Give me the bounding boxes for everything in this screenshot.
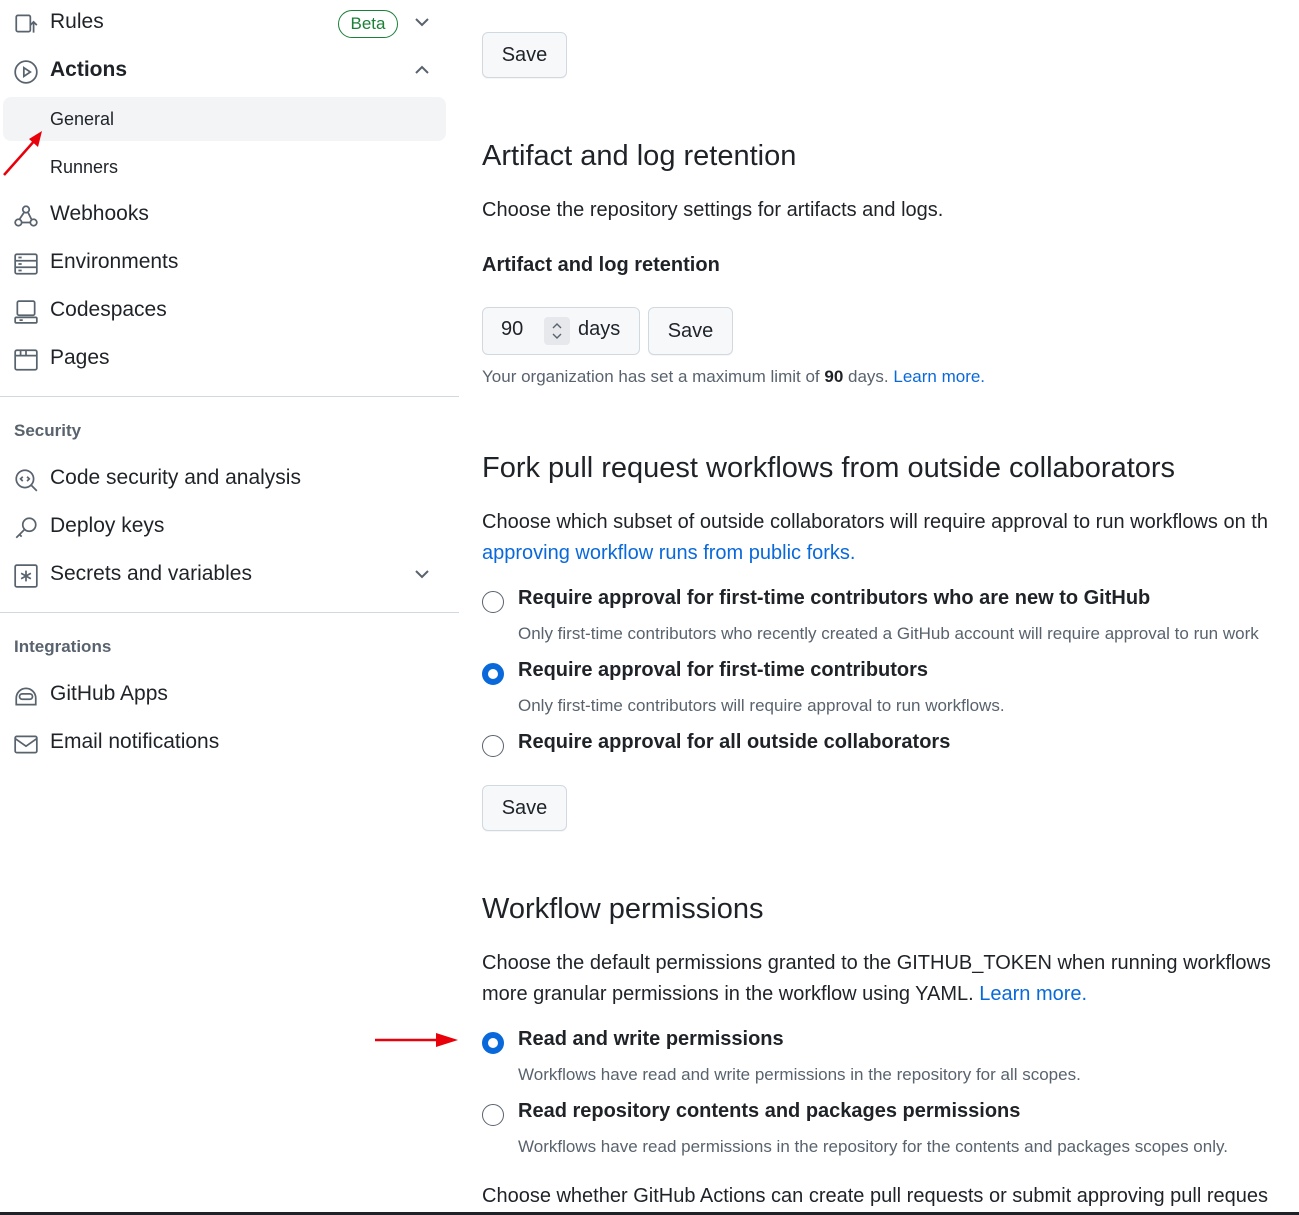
- sidebar-item-secrets[interactable]: Secrets and variables: [0, 552, 446, 596]
- sidebar-divider: [0, 612, 459, 613]
- learn-more-link[interactable]: Learn more.: [979, 983, 1087, 1005]
- sidebar-item-label: Codespaces: [50, 298, 167, 321]
- radio-label: Require approval for all outside collabo…: [518, 731, 951, 753]
- note-limit: 90: [824, 367, 844, 386]
- save-button[interactable]: Save: [482, 32, 567, 78]
- sidebar-item-label: Webhooks: [50, 202, 149, 225]
- note-text: days.: [843, 367, 894, 386]
- sidebar-item-runners[interactable]: Runners: [0, 145, 446, 189]
- sidebar-item-code-security[interactable]: Code security and analysis: [0, 456, 446, 500]
- asterisk-icon: [13, 563, 39, 589]
- retention-note: Your organization has set a maximum limi…: [482, 367, 985, 387]
- sidebar-item-pages[interactable]: Pages: [0, 336, 446, 380]
- sidebar-item-general[interactable]: General: [3, 97, 446, 141]
- key-icon: [13, 515, 39, 541]
- pull-request-description: Choose whether GitHub Actions can create…: [482, 1185, 1268, 1207]
- retention-days-value: 90: [501, 318, 524, 340]
- sidebar-item-label: Runners: [50, 156, 119, 177]
- radio-read-write[interactable]: [482, 1032, 504, 1054]
- radio-note: Workflows have read permissions in the r…: [518, 1137, 1228, 1156]
- radio-label: Require approval for first-time contribu…: [518, 587, 1151, 609]
- radio-note: Workflows have read and write permission…: [518, 1065, 1081, 1084]
- sidebar-item-label: Pages: [50, 346, 110, 369]
- server-icon: [13, 251, 39, 277]
- cut-off-link: [518, 0, 1058, 2]
- sidebar-item-label: Email notifications: [50, 730, 220, 753]
- radio-label: Read repository contents and packages pe…: [518, 1100, 1021, 1122]
- sidebar-item-email-notifications[interactable]: Email notifications: [0, 720, 446, 764]
- sidebar-item-label: General: [50, 108, 115, 129]
- sidebar-divider: [0, 396, 459, 397]
- chevron-up-icon[interactable]: [412, 60, 432, 80]
- description-text: more granular permissions in the workflo…: [482, 983, 980, 1005]
- note-text: Your organization has set a maximum limi…: [482, 367, 825, 386]
- play-icon: [13, 59, 39, 85]
- integrations-group-title: Integrations: [14, 637, 112, 656]
- chevron-down-icon[interactable]: [412, 12, 432, 32]
- sidebar-item-label: Code security and analysis: [50, 466, 301, 489]
- sidebar-item-environments[interactable]: Environments: [0, 240, 446, 284]
- codescan-icon: [13, 467, 39, 493]
- sidebar-item-label: Secrets and variables: [50, 562, 252, 585]
- radio-new-to-github[interactable]: [482, 591, 504, 613]
- sidebar-item-codespaces[interactable]: Codespaces: [0, 288, 446, 332]
- annotation-arrow-icon: [3, 131, 42, 176]
- codespaces-icon: [13, 299, 39, 325]
- hubot-icon: [13, 683, 39, 709]
- learn-more-link[interactable]: Learn more.: [893, 367, 985, 386]
- rules-icon: [13, 11, 39, 37]
- sidebar-item-actions[interactable]: Actions: [0, 48, 446, 92]
- artifact-description: Choose the repository settings for artif…: [482, 199, 944, 221]
- save-button[interactable]: Save: [482, 785, 567, 831]
- retention-days-input[interactable]: 90 days: [482, 307, 640, 355]
- workflow-permissions-title: Workflow permissions: [482, 893, 764, 925]
- approving-forks-link[interactable]: approving workflow runs from public fork…: [482, 538, 855, 569]
- sidebar-item-deploy-keys[interactable]: Deploy keys: [0, 504, 446, 548]
- sidebar-item-label: GitHub Apps: [50, 682, 168, 705]
- radio-all-outside-collaborators[interactable]: [482, 735, 504, 757]
- security-group-title: Security: [14, 421, 82, 440]
- artifact-section-title: Artifact and log retention: [482, 140, 797, 172]
- sidebar-item-label: Rules: [50, 10, 104, 33]
- sidebar-item-webhooks[interactable]: Webhooks: [0, 192, 446, 236]
- annotation-arrow-icon: [375, 1033, 458, 1047]
- beta-badge: Beta: [338, 10, 398, 38]
- radio-label: Require approval for first-time contribu…: [518, 659, 929, 681]
- sidebar-item-label: Actions: [50, 58, 128, 81]
- retention-days-unit: days: [578, 318, 621, 340]
- radio-label: Read and write permissions: [518, 1028, 784, 1050]
- fork-section-title: Fork pull request workflows from outside…: [482, 452, 1176, 484]
- sidebar-item-label: Deploy keys: [50, 514, 165, 537]
- sidebar-item-github-apps[interactable]: GitHub Apps: [0, 672, 446, 716]
- fork-description: Choose which subset of outside collabora…: [482, 511, 1268, 533]
- sidebar-item-label: Environments: [50, 250, 179, 273]
- mail-icon: [13, 731, 39, 757]
- workflow-description: Choose the default permissions granted t…: [482, 952, 1271, 974]
- radio-note: Only first-time contributors who recentl…: [518, 624, 1259, 643]
- sidebar-item-rules[interactable]: Rules Beta: [0, 0, 446, 44]
- artifact-subtitle: Artifact and log retention: [482, 254, 720, 276]
- radio-first-time-contributors[interactable]: [482, 663, 504, 685]
- save-button[interactable]: Save: [648, 307, 733, 355]
- radio-note: Only first-time contributors will requir…: [518, 696, 1005, 715]
- browser-icon: [13, 347, 39, 373]
- stepper-icon[interactable]: [544, 317, 570, 345]
- main-content: Save Artifact and log retention Choose t…: [482, 0, 1299, 1215]
- chevron-down-icon[interactable]: [412, 564, 432, 584]
- webhook-icon: [13, 203, 39, 229]
- workflow-description-2: more granular permissions in the workflo…: [482, 979, 1087, 1010]
- radio-read-only[interactable]: [482, 1104, 504, 1126]
